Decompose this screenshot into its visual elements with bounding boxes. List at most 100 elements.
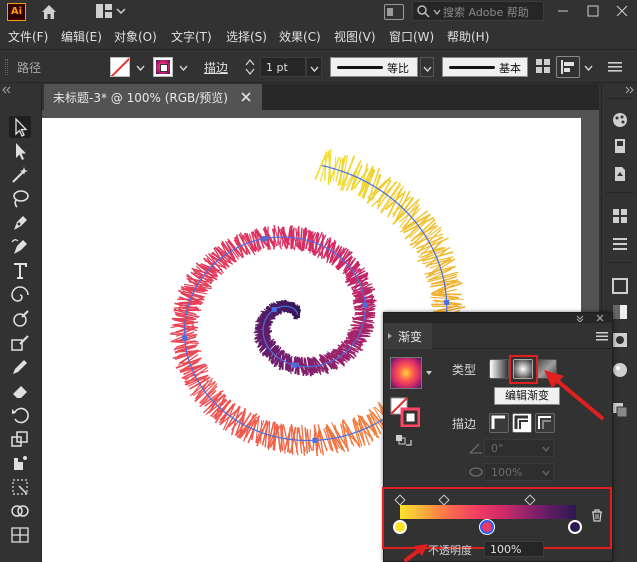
menu-effect[interactable]: 效果(C) xyxy=(279,28,321,45)
transparency-icon[interactable] xyxy=(612,332,628,348)
stroke-gradient-along-button[interactable] xyxy=(512,413,532,433)
menu-file[interactable]: 文件(F) xyxy=(8,28,48,45)
stroke-weight-input[interactable] xyxy=(260,57,306,77)
stroke-weight-stepper[interactable] xyxy=(243,57,257,77)
aspect-ratio-field[interactable]: 100% xyxy=(484,463,554,481)
document-tab[interactable]: 未标题-3* @ 100% (RGB/预览) xyxy=(44,84,262,110)
swatches-icon[interactable] xyxy=(612,208,628,224)
tab-gradient[interactable]: 渐变 xyxy=(384,323,432,349)
close-icon[interactable] xyxy=(607,0,637,22)
layers-icon[interactable] xyxy=(612,402,628,418)
angle-value: 0° xyxy=(491,442,504,455)
anchor-point[interactable] xyxy=(271,307,277,313)
shape-builder-tool[interactable] xyxy=(9,500,31,522)
eraser-tool[interactable] xyxy=(9,380,31,402)
spiral-tool[interactable] xyxy=(9,284,31,306)
opacity-field[interactable]: 100% xyxy=(484,541,544,557)
menu-view[interactable]: 视图(V) xyxy=(334,28,376,45)
panel-grip-icon[interactable] xyxy=(5,59,8,75)
rotate-tool[interactable] xyxy=(9,404,31,426)
freeform-gradient-button[interactable] xyxy=(537,359,557,379)
anchor-point[interactable] xyxy=(362,302,368,308)
maximize-icon[interactable] xyxy=(578,0,608,22)
lasso-tool[interactable] xyxy=(9,188,31,210)
selection-tool[interactable] xyxy=(9,116,31,138)
anchor-point[interactable] xyxy=(182,335,188,341)
chevron-down-icon[interactable] xyxy=(542,445,550,453)
chevron-down-icon[interactable] xyxy=(179,63,188,72)
chevron-down-icon[interactable] xyxy=(425,369,433,377)
chevron-down-icon[interactable] xyxy=(433,8,441,16)
curvature-tool[interactable] xyxy=(9,236,31,258)
swap-fill-stroke-icon[interactable] xyxy=(396,435,412,449)
minimize-icon[interactable] xyxy=(548,0,578,22)
collapse-panel-icon[interactable] xyxy=(0,84,42,96)
gradient-color-stop-selected[interactable] xyxy=(480,520,494,534)
shaper-tool[interactable] xyxy=(9,332,31,354)
grid-icon[interactable] xyxy=(536,59,550,73)
collapse-icon[interactable] xyxy=(576,314,584,322)
menu-select[interactable]: 选择(S) xyxy=(226,28,267,45)
trash-icon[interactable] xyxy=(591,509,603,522)
fill-stroke-icon[interactable] xyxy=(390,397,420,427)
chevron-down-icon[interactable] xyxy=(584,63,593,72)
gradient-preview-swatch[interactable] xyxy=(390,357,422,389)
panel-menu-icon[interactable] xyxy=(596,331,608,341)
gradient-color-stop[interactable] xyxy=(568,520,582,534)
properties-icon[interactable] xyxy=(612,112,628,128)
menu-type[interactable]: 文字(T) xyxy=(171,28,212,45)
libraries-icon[interactable] xyxy=(612,138,628,154)
anchor-point[interactable] xyxy=(292,362,298,368)
direct-selection-tool[interactable] xyxy=(9,140,31,162)
stroke-label[interactable]: 描边 xyxy=(204,59,228,76)
menu-edit[interactable]: 编辑(E) xyxy=(61,28,102,45)
chevron-down-icon[interactable] xyxy=(542,469,550,477)
home-icon[interactable] xyxy=(40,3,58,21)
pen-tool[interactable] xyxy=(9,212,31,234)
blob-brush-tool[interactable] xyxy=(9,308,31,330)
chevron-down-icon[interactable] xyxy=(116,6,126,16)
puppet-warp-tool[interactable] xyxy=(9,452,31,474)
hamburger-menu-icon[interactable] xyxy=(608,60,622,74)
workspace-layout-icon[interactable] xyxy=(96,4,112,18)
profile-dropdown[interactable] xyxy=(420,57,434,77)
pencil-tool[interactable] xyxy=(9,356,31,378)
stroke-weight-dropdown[interactable] xyxy=(306,57,322,77)
help-search-field[interactable]: 搜索 Adobe 帮助 xyxy=(412,1,544,21)
anchor-point[interactable] xyxy=(312,437,318,443)
gradient-panel-icon[interactable] xyxy=(612,304,628,320)
stroke-gradient-across-button[interactable] xyxy=(535,413,555,433)
menu-help[interactable]: 帮助(H) xyxy=(447,28,489,45)
stroke-gradient-within-button[interactable] xyxy=(489,413,509,433)
gradient-color-stop[interactable] xyxy=(393,520,407,534)
menu-list-icon[interactable] xyxy=(612,236,628,252)
align-left-icon xyxy=(561,60,574,74)
close-icon[interactable] xyxy=(240,91,252,103)
perspective-grid-tool[interactable] xyxy=(9,524,31,546)
type-tool[interactable] xyxy=(9,260,31,282)
anchor-point[interactable] xyxy=(262,236,268,242)
magic-wand-tool[interactable] xyxy=(9,164,31,186)
brush-definition[interactable]: 基本 xyxy=(442,57,528,77)
angle-field[interactable]: 0° xyxy=(484,439,554,457)
scale-tool[interactable] xyxy=(9,428,31,450)
align-icon[interactable] xyxy=(556,56,580,78)
arrange-documents-icon[interactable] xyxy=(384,4,404,20)
menu-window[interactable]: 窗口(W) xyxy=(389,28,434,45)
gradient-panel-titlebar[interactable] xyxy=(384,313,612,323)
gradient-slider[interactable] xyxy=(400,505,576,519)
fill-none-swatch[interactable] xyxy=(110,57,130,77)
appearance-icon[interactable] xyxy=(612,362,628,378)
document-icon[interactable] xyxy=(612,166,628,182)
anchor-point[interactable] xyxy=(444,299,450,305)
chevron-down-icon[interactable] xyxy=(136,63,145,72)
stroke-gradient-swatch[interactable] xyxy=(153,57,173,77)
free-transform-tool[interactable] xyxy=(9,476,31,498)
linear-gradient-button[interactable] xyxy=(489,359,509,379)
expand-panel-icon[interactable] xyxy=(624,86,634,94)
stroke-panel-icon[interactable] xyxy=(612,278,628,294)
variable-width-profile[interactable]: 等比 xyxy=(330,57,418,77)
menu-object[interactable]: 对象(O) xyxy=(114,28,157,45)
edit-gradient-tooltip[interactable]: 编辑渐变 xyxy=(494,387,560,405)
close-icon[interactable] xyxy=(596,314,604,322)
